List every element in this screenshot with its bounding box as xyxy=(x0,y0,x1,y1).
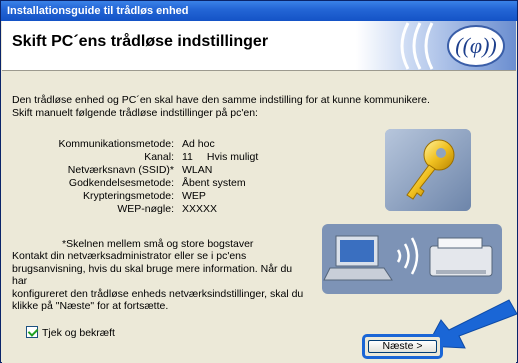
next-button-highlight: Næste > xyxy=(362,334,443,359)
setting-value: XXXXX xyxy=(182,203,218,215)
next-button[interactable]: Næste > xyxy=(368,340,437,353)
setting-label: Kommunikationsmetode: xyxy=(58,138,174,150)
verify-checkbox[interactable] xyxy=(26,326,38,338)
setting-extra: Hvis muligt xyxy=(206,151,259,163)
wireless-logo-icon: ((φ)) xyxy=(356,21,516,70)
setting-value: Åbent system xyxy=(182,177,246,189)
setting-value: Ad hoc xyxy=(182,138,215,150)
page-title: Skift PC´ens trådløse indstillinger xyxy=(12,33,269,50)
settings-row: Krypteringsmetode: WEP xyxy=(12,190,372,203)
intro-text: Den trådløse enhed og PC´en skal have de… xyxy=(12,94,492,120)
contact-line-4: klikke på "Næste" for at fortsætte. xyxy=(12,300,169,312)
setting-value: WEP xyxy=(182,190,206,202)
contact-text: Kontakt din netværksadministrator eller … xyxy=(12,250,310,313)
intro-line-2: Skift manuelt følgende trådløse indstill… xyxy=(12,107,258,119)
case-sensitive-note: *Skelnen mellem små og store bogstaver xyxy=(62,238,254,250)
key-icon xyxy=(385,129,471,211)
contact-line-3: konfigureret den trådløse enheds netværk… xyxy=(12,287,304,300)
wizard-content: Den trådløse enhed og PC´en skal have de… xyxy=(2,72,517,363)
wizard-header: Skift PC´ens trådløse indstillinger ((φ)… xyxy=(2,21,516,71)
settings-row: Kanal: 11 Hvis muligt xyxy=(12,151,372,164)
setting-label: Netværksnavn (SSID)* xyxy=(67,164,174,176)
settings-row: Netværksnavn (SSID)* WLAN xyxy=(12,164,372,177)
svg-text:((φ)): ((φ)) xyxy=(455,33,496,58)
contact-line-2: brugsanvisning, hvis du skal bruge mere … xyxy=(12,262,293,288)
setting-label: Krypteringsmetode: xyxy=(82,190,174,202)
network-devices-icon xyxy=(322,224,502,294)
setting-value: WLAN xyxy=(182,164,213,176)
window-titlebar: Installationsguide til trådløs enhed xyxy=(1,1,517,21)
intro-line-1: Den trådløse enhed og PC´en skal have de… xyxy=(12,94,430,106)
setting-value: 11 Hvis muligt xyxy=(182,151,259,163)
setting-label: Godkendelsesmetode: xyxy=(68,177,174,189)
verify-checkbox-row[interactable]: Tjek og bekræft xyxy=(26,326,115,340)
wizard-window: Installationsguide til trådløs enhed Ski… xyxy=(0,0,518,363)
settings-row: WEP-nøgle: XXXXX xyxy=(12,203,372,216)
verify-checkbox-label: Tjek og bekræft xyxy=(42,327,115,339)
setting-label: WEP-nøgle: xyxy=(117,203,174,215)
settings-row: Kommunikationsmetode: Ad hoc xyxy=(12,138,372,151)
contact-line-1: Kontakt din netværksadministrator eller … xyxy=(12,250,247,262)
settings-row: Godkendelsesmetode: Åbent system xyxy=(12,177,372,190)
setting-label: Kanal: xyxy=(144,151,174,163)
settings-list: Kommunikationsmetode: Ad hoc Kanal: 11 Hv… xyxy=(12,138,372,216)
